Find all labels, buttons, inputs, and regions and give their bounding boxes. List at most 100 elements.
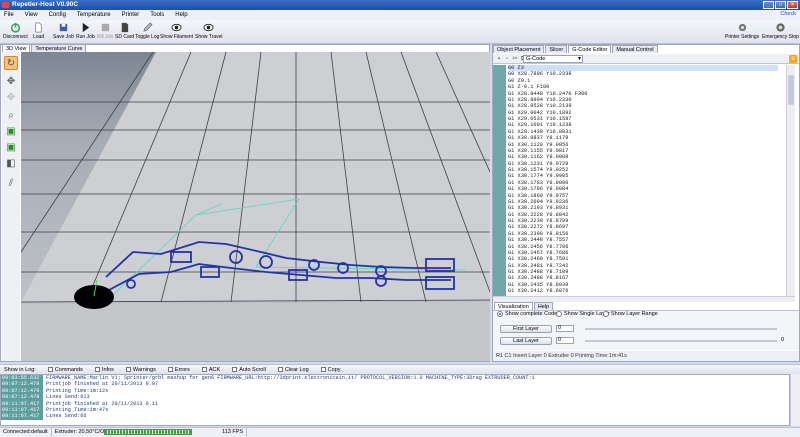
eye-icon xyxy=(203,23,214,32)
play-icon xyxy=(82,22,89,33)
minimize-button[interactable]: _ xyxy=(763,1,774,9)
menu-view[interactable]: View xyxy=(25,12,38,18)
tab-temperature-curve[interactable]: Temperature Curve xyxy=(31,44,87,52)
open-icon[interactable]: ▫ xyxy=(503,55,511,63)
title-bar: Repetier-Host V0.90C _ □ × xyxy=(0,0,800,10)
log-panel: 09:03:55.632 FIRMWARE_NAME:Marlin V1; Spr… xyxy=(0,374,790,426)
gcode-editor[interactable]: G0 Z3 G0 X28.7896 Y10.2338 G0 Z0.1 G1 Z-0.1… xyxy=(493,65,786,296)
editor-status: R1 C1 Insert Layer 0 Extruder 0 Printing… xyxy=(493,351,799,361)
errors-toggle[interactable]: Errors xyxy=(167,367,190,373)
editor-menu-icon[interactable]: ≡ xyxy=(789,55,797,63)
view-tools: ↻ ✥ ✥ ⌕ ▣ ▣ ◧ ⫽ xyxy=(2,52,20,361)
log-toolbar: Show in Log: Commands Infos Warnings Err… xyxy=(0,364,800,374)
emergency-stop-button[interactable]: Emergency Stop xyxy=(762,22,799,40)
connection-status: Connected:default xyxy=(0,428,52,437)
log-row: 09:11:07.417 Lines Send:66 xyxy=(1,413,789,420)
gcode-text: G0 Z3 G0 X28.7896 Y10.2338 G0 Z0.1 G1 Z-0.1… xyxy=(508,65,778,295)
kill-job-button[interactable]: Kill Job xyxy=(97,22,113,40)
log-timestamp: 09:11:07.417 xyxy=(1,413,43,420)
menu-bar: File View Config Temperature Printer Too… xyxy=(0,10,800,20)
right-tabs: Object Placement Slicer G-Code Editor Ma… xyxy=(493,45,659,53)
save-icon xyxy=(59,23,68,32)
fps-status: 113 FPS xyxy=(219,428,248,437)
run-job-button[interactable]: Run Job xyxy=(76,22,95,40)
disconnect-button[interactable]: Disconnect xyxy=(3,22,28,40)
tab-visualization[interactable]: Visualization xyxy=(494,302,533,310)
zoom-icon[interactable]: ⌕ xyxy=(4,108,18,122)
show-filament-button[interactable]: Show Filament xyxy=(160,22,193,40)
tab-manual-control[interactable]: Manual Control xyxy=(612,45,658,53)
printer-settings-button[interactable]: Printer Settings xyxy=(725,22,759,40)
iso-view-icon[interactable]: ▣ xyxy=(4,124,18,138)
log-scrollbar[interactable] xyxy=(790,374,800,426)
save-job-button[interactable]: Save Job xyxy=(53,22,74,40)
maximize-button[interactable]: □ xyxy=(775,1,786,9)
first-layer-input[interactable]: 0 xyxy=(556,325,574,332)
print-progress-bar xyxy=(104,429,192,435)
check-link[interactable]: Check xyxy=(780,11,796,17)
menu-temperature[interactable]: Temperature xyxy=(77,12,111,18)
menu-help[interactable]: Help xyxy=(175,12,187,18)
menu-printer[interactable]: Printer xyxy=(122,12,140,18)
sd-card-button[interactable]: SD Card xyxy=(115,22,134,40)
menu-tools[interactable]: Tools xyxy=(150,12,164,18)
viz-tabs: Visualization Help xyxy=(494,302,554,310)
toggle-log-button[interactable]: Toggle Log xyxy=(135,22,159,40)
cut-icon[interactable]: ✂ xyxy=(511,55,519,63)
close-button[interactable]: × xyxy=(787,1,798,9)
app-icon xyxy=(2,2,9,8)
sd-card-icon xyxy=(121,22,129,33)
auto-scroll-toggle[interactable]: Auto Scroll xyxy=(232,367,266,373)
line-gutter xyxy=(493,65,506,296)
last-layer-slider[interactable] xyxy=(585,340,777,342)
menu-file[interactable]: File xyxy=(4,12,14,18)
stop-icon xyxy=(101,23,109,32)
log-message: Lines Send:66 xyxy=(46,413,87,420)
show-travel-button[interactable]: Show Travel xyxy=(195,22,223,40)
extruder-status: Extruder: 20,50°C/Off xyxy=(52,428,112,437)
left-tabs: 3D View Temperature Curve xyxy=(2,44,87,52)
tab-help[interactable]: Help xyxy=(533,302,554,310)
last-layer-button[interactable]: Last Layer xyxy=(500,337,552,345)
move-icon[interactable]: ✥ xyxy=(4,74,18,88)
copy-button[interactable]: Copy xyxy=(320,367,341,373)
slider-end-value: 0 xyxy=(781,337,785,343)
tab-object-placement[interactable]: Object Placement xyxy=(493,45,545,53)
document-icon xyxy=(35,22,42,33)
tab-gcode-editor[interactable]: G-Code Editor xyxy=(568,45,612,53)
show-in-log-label: Show in Log: xyxy=(4,366,36,373)
clear-log-button[interactable]: Clear Log xyxy=(277,367,309,373)
menu-config[interactable]: Config xyxy=(49,12,66,18)
show-complete-code-radio[interactable]: Show complete Code xyxy=(497,311,557,317)
first-layer-button[interactable]: First Layer xyxy=(500,325,552,333)
gcode-line: G1 X30.2412 Y8.6876 xyxy=(508,288,569,295)
print-bed-render xyxy=(21,52,490,361)
parallel-view-icon[interactable]: ⫽ xyxy=(4,176,18,190)
gear-icon xyxy=(738,23,746,32)
move-object-icon[interactable]: ✥ xyxy=(4,90,18,104)
warnings-toggle[interactable]: Warnings xyxy=(125,367,156,373)
load-button[interactable]: Load xyxy=(33,22,44,40)
gcode-select[interactable]: G-Code xyxy=(523,55,583,63)
show-layer-range-radio[interactable]: Show Layer Range xyxy=(603,311,658,317)
tab-3d-view[interactable]: 3D View xyxy=(2,44,31,52)
window-title: Repetier-Host V0.90C xyxy=(12,1,79,8)
commands-toggle[interactable]: Commands xyxy=(47,367,83,373)
rotate-icon[interactable]: ↻ xyxy=(4,56,18,70)
editor-vertical-scrollbar[interactable] xyxy=(786,65,795,296)
power-icon xyxy=(10,22,20,33)
emergency-icon xyxy=(776,23,785,32)
toolbar: Disconnect Load Save Job Run Job Kill Jo… xyxy=(0,20,800,44)
front-view-icon[interactable]: ▣ xyxy=(4,140,18,154)
side-view-icon[interactable]: ◧ xyxy=(4,156,18,170)
eye-icon xyxy=(171,23,182,32)
show-single-layer-radio[interactable]: Show Single Layer xyxy=(556,311,610,317)
last-layer-input[interactable]: 0 xyxy=(556,337,574,344)
first-layer-slider[interactable] xyxy=(585,328,777,330)
3d-viewport[interactable] xyxy=(21,52,490,361)
infos-toggle[interactable]: Infos xyxy=(94,367,114,373)
tab-slicer[interactable]: Slicer xyxy=(545,45,568,53)
pencil-icon xyxy=(143,22,153,32)
save-icon[interactable]: ▪ xyxy=(495,55,503,63)
ack-toggle[interactable]: ACK xyxy=(201,367,220,373)
